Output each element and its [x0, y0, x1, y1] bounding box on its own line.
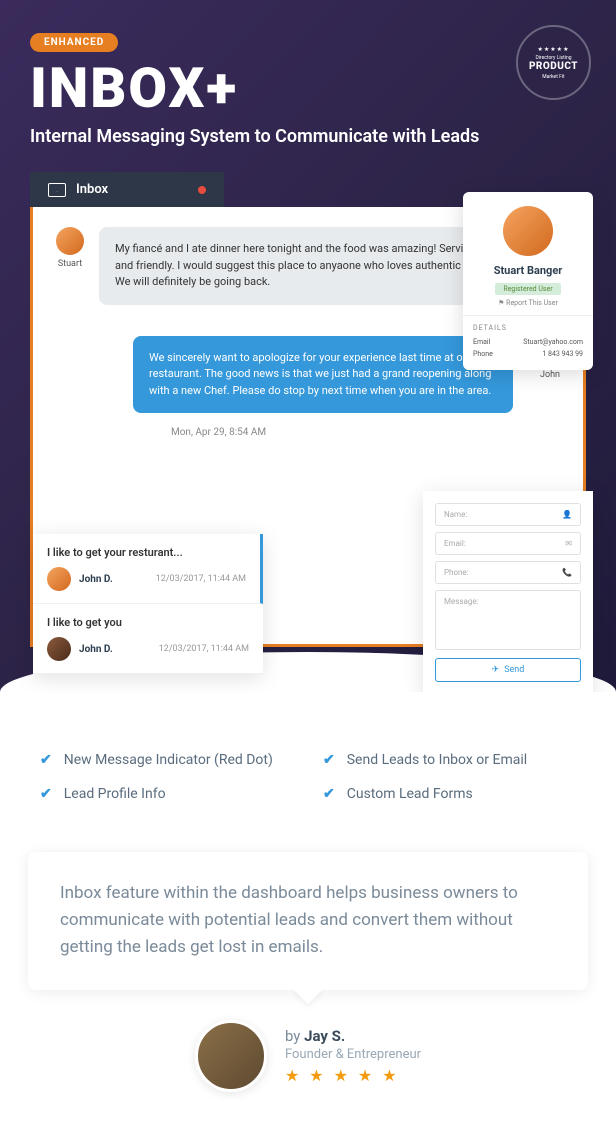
message-list-card: I like to get your resturant... John D. … [33, 534, 263, 674]
testimonial-role: Founder & Entrepreneur [285, 1047, 421, 1062]
message-bubble: We sincerely want to apologize for your … [133, 336, 513, 414]
enhanced-badge: ENHANCED [30, 33, 118, 52]
phone-icon: 📞 [562, 568, 572, 577]
sender-name: Stuart [58, 259, 82, 269]
mail-icon [48, 183, 66, 197]
hero-section: ★★★★★ Directory Listing PRODUCT Market F… [0, 0, 616, 692]
avatar [503, 206, 553, 256]
message-timestamp: Mon, Apr 29, 8:54 AM [171, 427, 563, 438]
check-icon: ✔ [40, 752, 52, 768]
message-preview: I like to get you [47, 616, 249, 629]
star-rating: ★ ★ ★ ★ ★ [285, 1066, 421, 1085]
check-icon: ✔ [323, 786, 335, 802]
profile-tag: Registered User [495, 283, 560, 295]
avatar [47, 567, 71, 591]
message-preview: I like to get your resturant... [47, 546, 246, 559]
features-grid: ✔ New Message Indicator (Red Dot) ✔ Send L… [0, 732, 616, 822]
user-icon: 👤 [562, 510, 572, 519]
chat-panel: Stuart My fiancé and I ate dinner here t… [30, 207, 586, 647]
phone-value: 1 843 943 99 [542, 350, 583, 358]
feature-item: ✔ Lead Profile Info [40, 786, 293, 802]
email-field[interactable]: Email:✉ [435, 532, 581, 555]
feature-text: Lead Profile Info [64, 786, 166, 802]
quote-card: Inbox feature within the dashboard helps… [28, 852, 588, 990]
inbox-tab-label: Inbox [76, 182, 108, 197]
send-icon: ✈ [492, 665, 500, 675]
report-user-link[interactable]: ⚑ Report This User [463, 299, 593, 315]
page-title: INBOX+ [30, 60, 586, 116]
feature-item: ✔ Custom Lead Forms [323, 786, 576, 802]
sender-name: John D. [79, 574, 148, 585]
inbox-tab[interactable]: Inbox [30, 172, 224, 207]
testimonial: by Jay S. Founder & Entrepreneur ★ ★ ★ ★… [0, 990, 616, 1132]
email-value: Stuart@yahoo.com [523, 338, 583, 346]
feature-text: New Message Indicator (Red Dot) [64, 752, 273, 768]
sender-name: John [540, 370, 560, 380]
send-button[interactable]: ✈Send [435, 658, 581, 682]
award-badge: ★★★★★ Directory Listing PRODUCT Market F… [516, 25, 591, 100]
check-icon: ✔ [40, 786, 52, 802]
inbox-mockup: Inbox Stuart My fiancé and I ate dinner … [30, 172, 586, 692]
message-time: 12/03/2017, 11:44 AM [156, 574, 246, 584]
page-subtitle: Internal Messaging System to Communicate… [30, 126, 586, 147]
check-icon: ✔ [323, 752, 335, 768]
feature-text: Custom Lead Forms [347, 786, 473, 802]
feature-text: Send Leads to Inbox or Email [347, 752, 527, 768]
feature-item: ✔ New Message Indicator (Red Dot) [40, 752, 293, 768]
email-label: Email [473, 338, 490, 346]
profile-name: Stuart Banger [463, 264, 593, 277]
phone-field[interactable]: Phone:📞 [435, 561, 581, 584]
list-item[interactable]: I like to get your resturant... John D. … [33, 534, 263, 604]
testimonial-name: Jay S. [304, 1027, 345, 1045]
message-field[interactable]: Message: [435, 590, 581, 650]
quote-text: Inbox feature within the dashboard helps… [60, 883, 518, 957]
lead-form-card: Name:👤 Email:✉ Phone:📞 Message: ✈Send [423, 491, 593, 692]
avatar [47, 637, 71, 661]
profile-card: Stuart Banger Registered User ⚑ Report T… [463, 192, 593, 370]
testimonial-by: by Jay S. [285, 1027, 421, 1045]
details-header: DETAILS [473, 324, 583, 332]
list-item[interactable]: I like to get you John D. 12/03/2017, 11… [33, 604, 263, 674]
message-time: 12/03/2017, 11:44 AM [159, 644, 249, 654]
feature-item: ✔ Send Leads to Inbox or Email [323, 752, 576, 768]
notification-dot-icon [198, 186, 206, 194]
name-field[interactable]: Name:👤 [435, 503, 581, 526]
sender-name: John D. [79, 644, 151, 655]
avatar [56, 227, 84, 255]
avatar [195, 1020, 267, 1092]
mail-icon: ✉ [565, 539, 572, 548]
phone-label: Phone [473, 350, 493, 358]
